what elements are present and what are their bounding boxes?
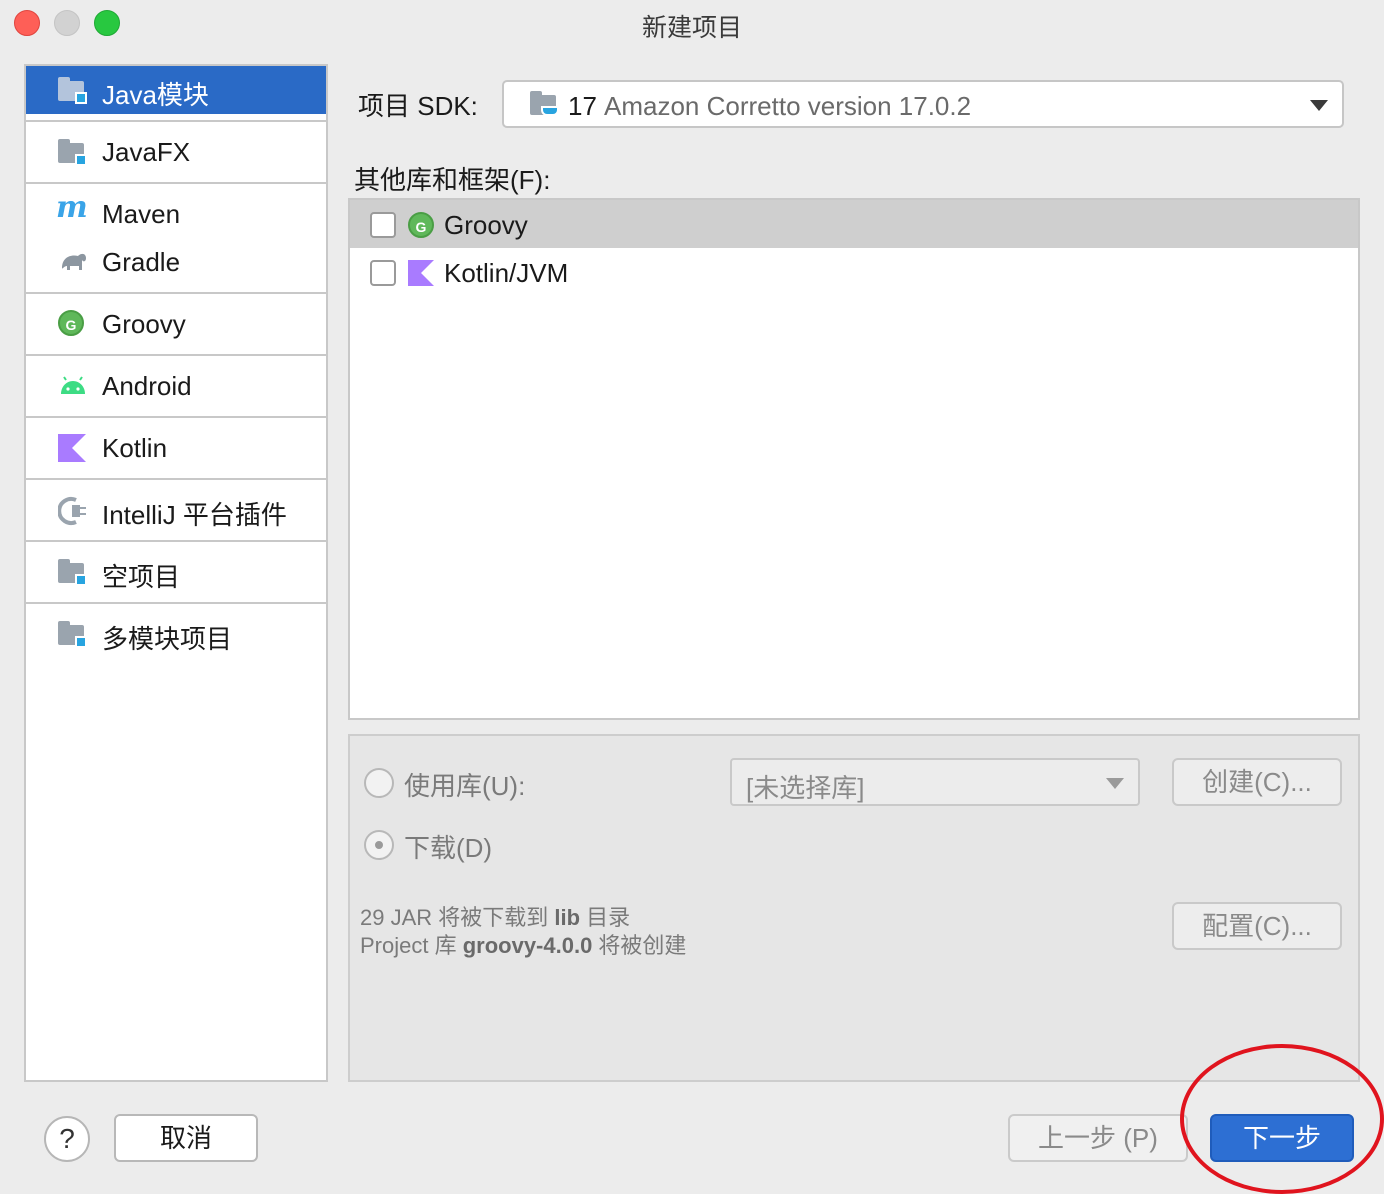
sidebar-item-maven[interactable]: m Maven [26,190,326,238]
sidebar-item-empty-project[interactable]: 空项目 [26,548,326,596]
use-library-label: 使用库(U): [404,771,526,801]
sidebar-item-label: Maven [102,199,181,229]
sidebar-item-multi-module-project[interactable]: 多模块项目 [26,610,326,658]
project-type-list: Java模块 JavaFX m Maven Gradle G Groovy An… [24,64,328,1082]
download-radio[interactable] [364,830,394,860]
window-title: 新建项目 [641,14,742,42]
sdk-dropdown[interactable]: 17 Amazon Corretto version 17.0.2 [502,80,1344,128]
sidebar-item-android[interactable]: Android [26,362,326,410]
sidebar-item-groovy[interactable]: G Groovy [26,300,326,348]
divider [26,354,326,356]
library-value: [未选择库] [746,773,865,803]
cancel-button[interactable]: 取消 [114,1114,258,1162]
configure-button[interactable]: 配置(C)... [1172,902,1342,950]
divider [26,182,326,184]
chevron-down-icon [1310,100,1328,111]
frameworks-label: 其他库和框架(F): [354,165,551,195]
folder-module-icon [58,138,88,166]
framework-item-groovy[interactable]: G Groovy [350,200,1358,248]
groovy-icon: G [408,212,434,238]
sidebar-item-label: Groovy [102,309,186,339]
android-icon [58,372,88,400]
divider [26,292,326,294]
sdk-label: 项目 SDK: [358,91,478,121]
framework-item-kotlin-jvm[interactable]: Kotlin/JVM [350,248,1358,296]
sidebar-item-kotlin[interactable]: Kotlin [26,424,326,472]
sdk-value: Amazon Corretto version 17.0.2 [604,91,972,121]
kotlin-icon [58,434,88,462]
sidebar-item-java-module[interactable]: Java模块 [26,66,326,114]
frameworks-list: G Groovy Kotlin/JVM [348,198,1360,720]
create-library-button[interactable]: 创建(C)... [1172,758,1342,806]
sdk-version-number: 17 [568,91,597,121]
folder-module-icon [58,620,88,648]
framework-label: Groovy [444,210,528,240]
sidebar-item-label: JavaFX [102,137,191,167]
jdk-folder-icon [530,90,560,118]
divider [26,478,326,480]
sidebar-item-javafx[interactable]: JavaFX [26,128,326,176]
sidebar-item-label: Android [102,371,192,401]
annotation-circle [1180,1044,1384,1194]
download-info-line2: Project 库 groovy-4.0.0 将被创建 [360,933,687,958]
plugin-icon [57,496,88,525]
folder-module-icon [58,76,88,104]
sidebar-item-gradle[interactable]: Gradle [26,238,326,286]
sidebar-item-label: Gradle [102,247,181,277]
maven-icon: m [56,190,88,225]
kotlin-icon [408,260,434,286]
divider [26,416,326,418]
divider [26,602,326,604]
sidebar-item-label: 多模块项目 [102,624,233,654]
title-bar: 新建项目 [0,0,1384,46]
divider [26,540,326,542]
use-library-radio[interactable] [364,768,394,798]
framework-label: Kotlin/JVM [444,258,569,288]
groovy-icon: G [58,310,88,338]
divider [26,120,326,122]
download-label: 下载(D) [404,833,493,863]
folder-module-icon [58,558,88,586]
sidebar-item-intellij-plugin[interactable]: IntelliJ 平台插件 [26,486,326,534]
library-dropdown[interactable]: [未选择库] [730,758,1140,806]
gradle-elephant-icon [58,248,88,276]
sidebar-item-label: Kotlin [102,433,168,463]
chevron-down-icon [1106,778,1124,789]
groovy-checkbox[interactable] [370,212,396,238]
sidebar-item-label: IntelliJ 平台插件 [102,500,287,530]
sidebar-item-label: Java模块 [102,80,209,110]
help-button[interactable]: ? [44,1116,90,1162]
kotlin-jvm-checkbox[interactable] [370,260,396,286]
sidebar-item-label: 空项目 [102,562,181,592]
previous-button[interactable]: 上一步 (P) [1008,1114,1188,1162]
